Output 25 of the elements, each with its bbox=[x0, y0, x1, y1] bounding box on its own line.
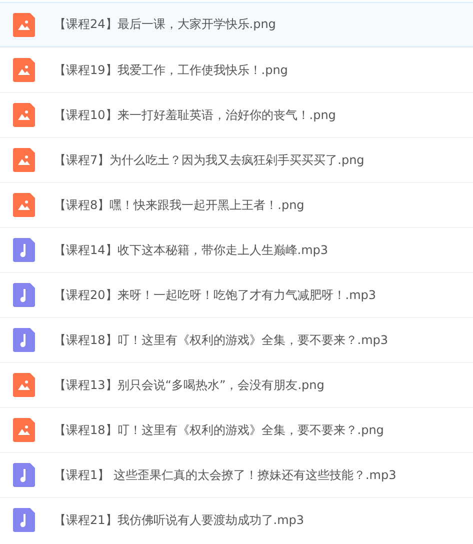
file-name: 【课程21】我仿佛听说有人要渡劫成功了.mp3 bbox=[54, 512, 304, 528]
image-file-icon bbox=[13, 193, 35, 217]
file-name: 【课程20】来呀！一起吃呀！吃饱了才有力气减肥呀！.mp3 bbox=[54, 286, 376, 304]
file-name: 【课程18】叮！这里有《权利的游戏》全集，要不要来？.mp3 bbox=[54, 332, 388, 348]
file-row[interactable]: 【课程24】最后一课，大家开学快乐.png bbox=[0, 2, 473, 47]
file-name: 【课程7】为什么吃土？因为我又去疯狂剁手买买买了.png bbox=[54, 152, 364, 168]
audio-file-icon bbox=[13, 463, 35, 487]
file-name: 【课程14】收下这本秘籍，带你走上人生巅峰.mp3 bbox=[54, 242, 328, 258]
audio-file-icon bbox=[13, 283, 35, 307]
file-name: 【课程8】嘿！快来跟我一起开黑上王者！.png bbox=[54, 196, 304, 214]
audio-file-icon bbox=[13, 238, 35, 262]
audio-file-icon bbox=[13, 328, 35, 352]
file-name: 【课程13】别只会说“多喝热水”，会没有朋友.png bbox=[54, 376, 324, 394]
file-name: 【课程18】叮！这里有《权利的游戏》全集，要不要来？.png bbox=[54, 422, 384, 438]
image-file-icon bbox=[13, 148, 35, 172]
file-name: 【课程24】最后一课，大家开学快乐.png bbox=[54, 16, 276, 33]
image-file-icon bbox=[13, 58, 35, 82]
file-name: 【课程19】我爱工作，工作使我快乐！.png bbox=[54, 62, 288, 78]
image-file-icon bbox=[13, 103, 35, 127]
image-file-icon bbox=[13, 12, 35, 36]
image-file-icon bbox=[13, 418, 35, 442]
file-name: 【课程10】来一打好羞耻英语，治好你的丧气！.png bbox=[54, 106, 336, 124]
image-file-icon bbox=[13, 373, 35, 397]
audio-file-icon bbox=[13, 508, 35, 532]
file-name: 【课程1】 这些歪果仁真的太会撩了！撩妹还有这些技能？.mp3 bbox=[54, 466, 396, 484]
